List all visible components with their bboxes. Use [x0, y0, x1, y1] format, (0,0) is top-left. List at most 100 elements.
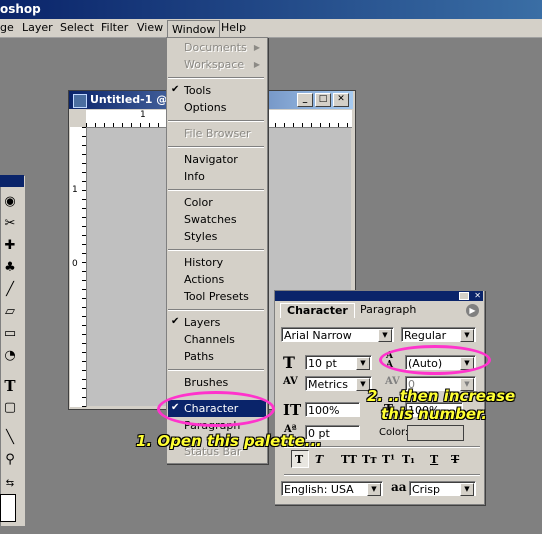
menu-layer[interactable]: Layer	[22, 19, 53, 37]
healing-brush-icon[interactable]: ✚	[0, 236, 20, 256]
menu-item-styles[interactable]: Styles	[184, 230, 217, 244]
close-icon[interactable]: ✕	[333, 93, 349, 107]
tracking-icon: AV	[385, 376, 400, 387]
font-size-icon: T	[283, 353, 295, 372]
menu-item-color[interactable]: Color	[184, 196, 213, 210]
superscript-button[interactable]: T¹	[382, 453, 395, 466]
type-tool-icon[interactable]: T	[0, 376, 20, 396]
toolbox-title-bar[interactable]	[0, 175, 24, 187]
annotation-step-1: 1. Open this palette...	[136, 432, 322, 450]
palette-close-icon[interactable]: ✕	[474, 291, 481, 300]
language-value: English: USA	[284, 483, 354, 496]
minimize-icon[interactable]: _	[297, 93, 313, 107]
menu-help[interactable]: Help	[221, 19, 246, 37]
faux-bold-button[interactable]: T	[295, 453, 303, 466]
menu-window[interactable]: Window	[167, 20, 221, 38]
submenu-arrow-icon: ▶	[253, 60, 260, 69]
chevron-down-icon: ▼	[367, 483, 381, 496]
crop-icon[interactable]: ✂	[0, 214, 20, 234]
eyedropper-icon[interactable]: ╲	[0, 428, 20, 448]
menu-item-brushes[interactable]: Brushes	[184, 376, 228, 390]
palette-title-bar[interactable]: ✕	[275, 291, 483, 301]
menu-separator	[168, 146, 264, 148]
gradient-icon[interactable]: ▭	[0, 324, 20, 344]
menu-item-swatches[interactable]: Swatches	[184, 213, 237, 227]
check-icon: ✔	[171, 316, 180, 327]
menu-image[interactable]: ge	[0, 19, 14, 37]
vertical-scale-icon: IT	[283, 401, 302, 419]
character-highlight-ellipse	[157, 391, 275, 427]
menu-item-channels[interactable]: Channels	[184, 333, 235, 347]
menu-item-layers[interactable]: Layers	[184, 316, 220, 330]
menu-bar: ge Layer Select Filter View Window Help	[0, 19, 542, 38]
menu-item-options[interactable]: Options	[184, 101, 226, 115]
antialias-value: Crisp	[412, 483, 440, 496]
underline-button[interactable]: T	[430, 453, 438, 466]
app-title: oshop	[0, 2, 41, 16]
eraser-icon[interactable]: ▱	[0, 302, 20, 322]
menu-item-paths[interactable]: Paths	[184, 350, 214, 364]
tab-paragraph[interactable]: Paragraph	[354, 303, 422, 317]
swap-colors-icon[interactable]: ⇆	[0, 474, 20, 494]
leading-highlight-ellipse	[379, 345, 491, 375]
menu-item-history[interactable]: History	[184, 256, 223, 270]
clone-stamp-icon[interactable]: ♣	[0, 258, 20, 278]
blur-icon[interactable]: ◔	[0, 346, 20, 366]
all-caps-button[interactable]: TT	[341, 453, 357, 466]
menu-separator	[168, 77, 264, 79]
palette-menu-icon[interactable]: ▶	[466, 304, 479, 317]
menu-filter[interactable]: Filter	[101, 19, 128, 37]
font-family-select[interactable]: Arial Narrow ▼	[281, 327, 394, 342]
lasso-icon[interactable]: ◉	[0, 192, 20, 212]
language-select[interactable]: English: USA ▼	[281, 481, 383, 496]
menu-item-workspace[interactable]: Workspace	[184, 58, 244, 72]
brush-icon[interactable]: ╱	[0, 280, 20, 300]
menu-separator	[168, 120, 264, 122]
annotation-step-2-line-1: 2. ..then increase	[367, 387, 516, 405]
antialias-select[interactable]: Crisp ▼	[409, 481, 476, 496]
menu-item-navigator[interactable]: Navigator	[184, 153, 238, 167]
palette-minimize-icon[interactable]	[459, 292, 469, 300]
vertical-scale-field[interactable]: 100%	[305, 402, 360, 417]
menu-item-documents[interactable]: Documents	[184, 41, 247, 55]
font-style-value: Regular	[404, 329, 447, 342]
menu-separator	[168, 309, 264, 311]
kerning-icon: AV	[283, 376, 298, 387]
palette-separator	[284, 474, 480, 476]
menu-item-tool-presets[interactable]: Tool Presets	[184, 290, 249, 304]
menu-item-tools[interactable]: Tools	[184, 84, 211, 98]
ruler-vertical: 1 0	[70, 127, 87, 407]
text-color-swatch[interactable]	[407, 425, 464, 441]
menu-item-file-browser[interactable]: File Browser	[184, 127, 250, 141]
maximize-icon[interactable]: □	[315, 93, 331, 107]
kerning-select[interactable]: Metrics ▼	[305, 376, 372, 391]
chevron-down-icon: ▼	[356, 357, 370, 370]
small-caps-button[interactable]: Tт	[362, 453, 377, 466]
background-color-swatch[interactable]	[0, 494, 16, 522]
antialias-icon: aa	[391, 480, 407, 494]
vertical-scale-value: 100%	[308, 404, 340, 417]
document-icon	[73, 94, 87, 108]
font-family-value: Arial Narrow	[284, 329, 352, 342]
font-size-field[interactable]: 10 pt ▼	[305, 355, 372, 370]
menu-select[interactable]: Select	[60, 19, 94, 37]
menu-view[interactable]: View	[137, 19, 163, 37]
strikethrough-button[interactable]: T	[451, 453, 459, 466]
app-title-bar: oshop	[0, 0, 542, 19]
ruler-top-label: 1	[140, 110, 146, 120]
toolbox-tools: ◉ ✂ ✚ ♣ ╱ ▱ ▭ ◔ T ▢ ╲ ⚲ ⇆	[0, 190, 24, 522]
check-icon: ✔	[171, 84, 180, 95]
subscript-button[interactable]: T₁	[402, 453, 415, 466]
chevron-down-icon: ▼	[378, 329, 392, 342]
shape-icon[interactable]: ▢	[0, 398, 20, 418]
faux-italic-button[interactable]: T	[315, 453, 323, 466]
menu-item-actions[interactable]: Actions	[184, 273, 224, 287]
menu-separator	[168, 189, 264, 191]
document-title: Untitled-1 @	[90, 93, 168, 106]
zoom-icon[interactable]: ⚲	[0, 450, 20, 470]
font-style-select[interactable]: Regular ▼	[401, 327, 476, 342]
annotation-step-2-line-2: this number.	[381, 405, 487, 423]
kerning-value: Metrics	[308, 378, 348, 391]
menu-item-info[interactable]: Info	[184, 170, 205, 184]
tab-character[interactable]: Character	[280, 303, 355, 318]
